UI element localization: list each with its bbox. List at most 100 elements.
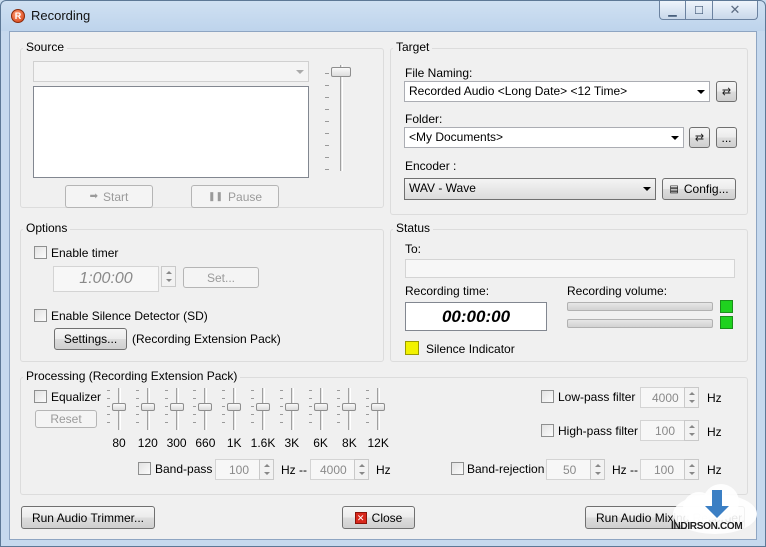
window-title: Recording (31, 8, 91, 23)
file-naming-refresh-button[interactable]: ⇄ (716, 81, 737, 102)
close-red-icon: ✕ (354, 511, 367, 524)
status-title: Status (393, 221, 434, 235)
title-bar[interactable]: R Recording ▁ ☐ ✕ (1, 1, 765, 31)
eq-band-slider[interactable] (251, 386, 275, 432)
status-group: Status To: Recording time: 00:00:00 Reco… (390, 221, 748, 362)
chevron-down-icon (697, 90, 705, 94)
volume-meter-left (567, 302, 713, 311)
close-window-button[interactable]: ✕ (713, 1, 758, 20)
eq-band-slider[interactable] (308, 386, 333, 432)
eq-band-label: 3K (284, 436, 300, 450)
eq-reset-button[interactable]: Reset (35, 410, 97, 428)
band-pass-checkbox[interactable] (138, 462, 151, 475)
band-pass-label: Band-pass (155, 462, 213, 476)
encoder-combo[interactable]: WAV - Wave (404, 178, 656, 200)
pause-button[interactable]: ❚❚ Pause (191, 185, 279, 208)
low-pass-checkbox[interactable] (541, 390, 554, 403)
eq-band-label: 660 (195, 436, 216, 450)
eq-band-label: 12K (367, 436, 389, 450)
to-field (405, 259, 735, 278)
spin-down-icon (162, 277, 175, 287)
minimize-button[interactable]: ▁ (659, 1, 686, 20)
close-button[interactable]: ✕ Close (342, 506, 415, 529)
eq-band-slider[interactable] (337, 386, 361, 432)
spin-up-icon (355, 460, 368, 470)
spin-down-icon (685, 431, 698, 441)
maximize-icon: ☐ (694, 4, 704, 17)
chevron-down-icon (671, 136, 679, 140)
equalizer-checkbox[interactable] (34, 390, 47, 403)
band-rejection-from-input[interactable]: 50 (546, 459, 591, 480)
browse-folder-button[interactable]: ... (716, 127, 737, 148)
minimize-icon: ▁ (668, 4, 677, 17)
eq-band-label: 1K (226, 436, 242, 450)
eq-band-label: 80 (112, 436, 126, 450)
band-rejection-to-input[interactable]: 100 (640, 459, 685, 480)
file-naming-combo[interactable]: Recorded Audio <Long Date> <12 Time> (404, 81, 710, 102)
sd-settings-button[interactable]: Settings... (54, 328, 127, 350)
config-button[interactable]: ▤ Config... (662, 178, 736, 200)
spin-up-icon (162, 267, 175, 277)
eq-band-slider[interactable] (164, 386, 189, 432)
maximize-button[interactable]: ☐ (686, 1, 713, 20)
spin-down-icon (685, 470, 698, 480)
run-audio-trimmer-button[interactable]: Run Audio Trimmer... (21, 506, 155, 529)
low-pass-spinner[interactable] (684, 387, 699, 408)
folder-refresh-button[interactable]: ⇄ (689, 127, 710, 148)
volume-indicator-left (720, 300, 733, 313)
indirson-watermark: INDIRSON.COM (665, 484, 761, 542)
band-rejection-checkbox[interactable] (451, 462, 464, 475)
eq-band-label: 1.6K (250, 436, 276, 450)
source-list[interactable] (33, 86, 309, 178)
set-timer-button[interactable]: Set... (183, 267, 259, 288)
spin-up-icon (685, 421, 698, 431)
high-pass-input[interactable]: 100 (640, 420, 685, 441)
extension-pack-note: (Recording Extension Pack) (132, 332, 281, 346)
band-rejection-separator: Hz -- (612, 463, 638, 477)
volume-indicator-right (720, 316, 733, 329)
timer-spinner[interactable] (161, 266, 176, 287)
options-group: Options Enable timer 1:00:00 Set... Enab… (20, 221, 384, 362)
timer-input[interactable]: 1:00:00 (53, 266, 159, 292)
spin-up-icon (260, 460, 273, 470)
high-pass-checkbox[interactable] (541, 424, 554, 437)
eq-band-slider[interactable] (107, 386, 131, 432)
arrow-right-icon: ➡ (89, 191, 99, 202)
band-rejection-unit: Hz (707, 463, 722, 477)
cloud-download-icon (673, 484, 757, 534)
eq-band-slider[interactable] (222, 386, 246, 432)
enable-timer-checkbox[interactable] (34, 246, 47, 259)
to-label: To: (405, 242, 422, 256)
eq-band-slider[interactable] (279, 386, 304, 432)
spin-down-icon (685, 398, 698, 408)
processing-title: Processing (Recording Extension Pack) (23, 369, 241, 383)
high-pass-spinner[interactable] (684, 420, 699, 441)
start-button[interactable]: ➡ Start (65, 185, 153, 208)
eq-band-label: 120 (137, 436, 158, 450)
swap-icon: ⇄ (694, 132, 705, 144)
watermark-text: INDIRSON.COM (671, 521, 743, 532)
band-rejection-from-spinner[interactable] (590, 459, 605, 480)
enable-timer-label: Enable timer (51, 246, 119, 260)
target-group: Target File Naming: Recorded Audio <Long… (390, 40, 748, 215)
client-area: Source ➡ Start ❚❚ Pause Target File Nami… (9, 31, 757, 540)
recording-volume-label: Recording volume: (567, 284, 668, 298)
source-volume-slider[interactable] (325, 61, 359, 173)
band-pass-from-input[interactable]: 100 (215, 459, 260, 480)
band-pass-to-input[interactable]: 4000 (310, 459, 355, 480)
band-pass-to-spinner[interactable] (354, 459, 369, 480)
low-pass-label: Low-pass filter (558, 390, 636, 404)
silence-indicator-label: Silence Indicator (426, 342, 515, 356)
eq-band-slider[interactable] (135, 386, 160, 432)
source-device-combo[interactable] (33, 61, 309, 82)
low-pass-input[interactable]: 4000 (640, 387, 685, 408)
low-pass-unit: Hz (707, 391, 722, 405)
folder-label: Folder: (405, 112, 443, 126)
eq-band-slider[interactable] (193, 386, 217, 432)
band-pass-from-spinner[interactable] (259, 459, 274, 480)
silence-detector-checkbox[interactable] (34, 309, 47, 322)
high-pass-label: High-pass filter (558, 424, 639, 438)
folder-combo[interactable]: <My Documents> (404, 127, 684, 148)
eq-band-slider[interactable] (366, 386, 390, 432)
band-rejection-to-spinner[interactable] (684, 459, 699, 480)
